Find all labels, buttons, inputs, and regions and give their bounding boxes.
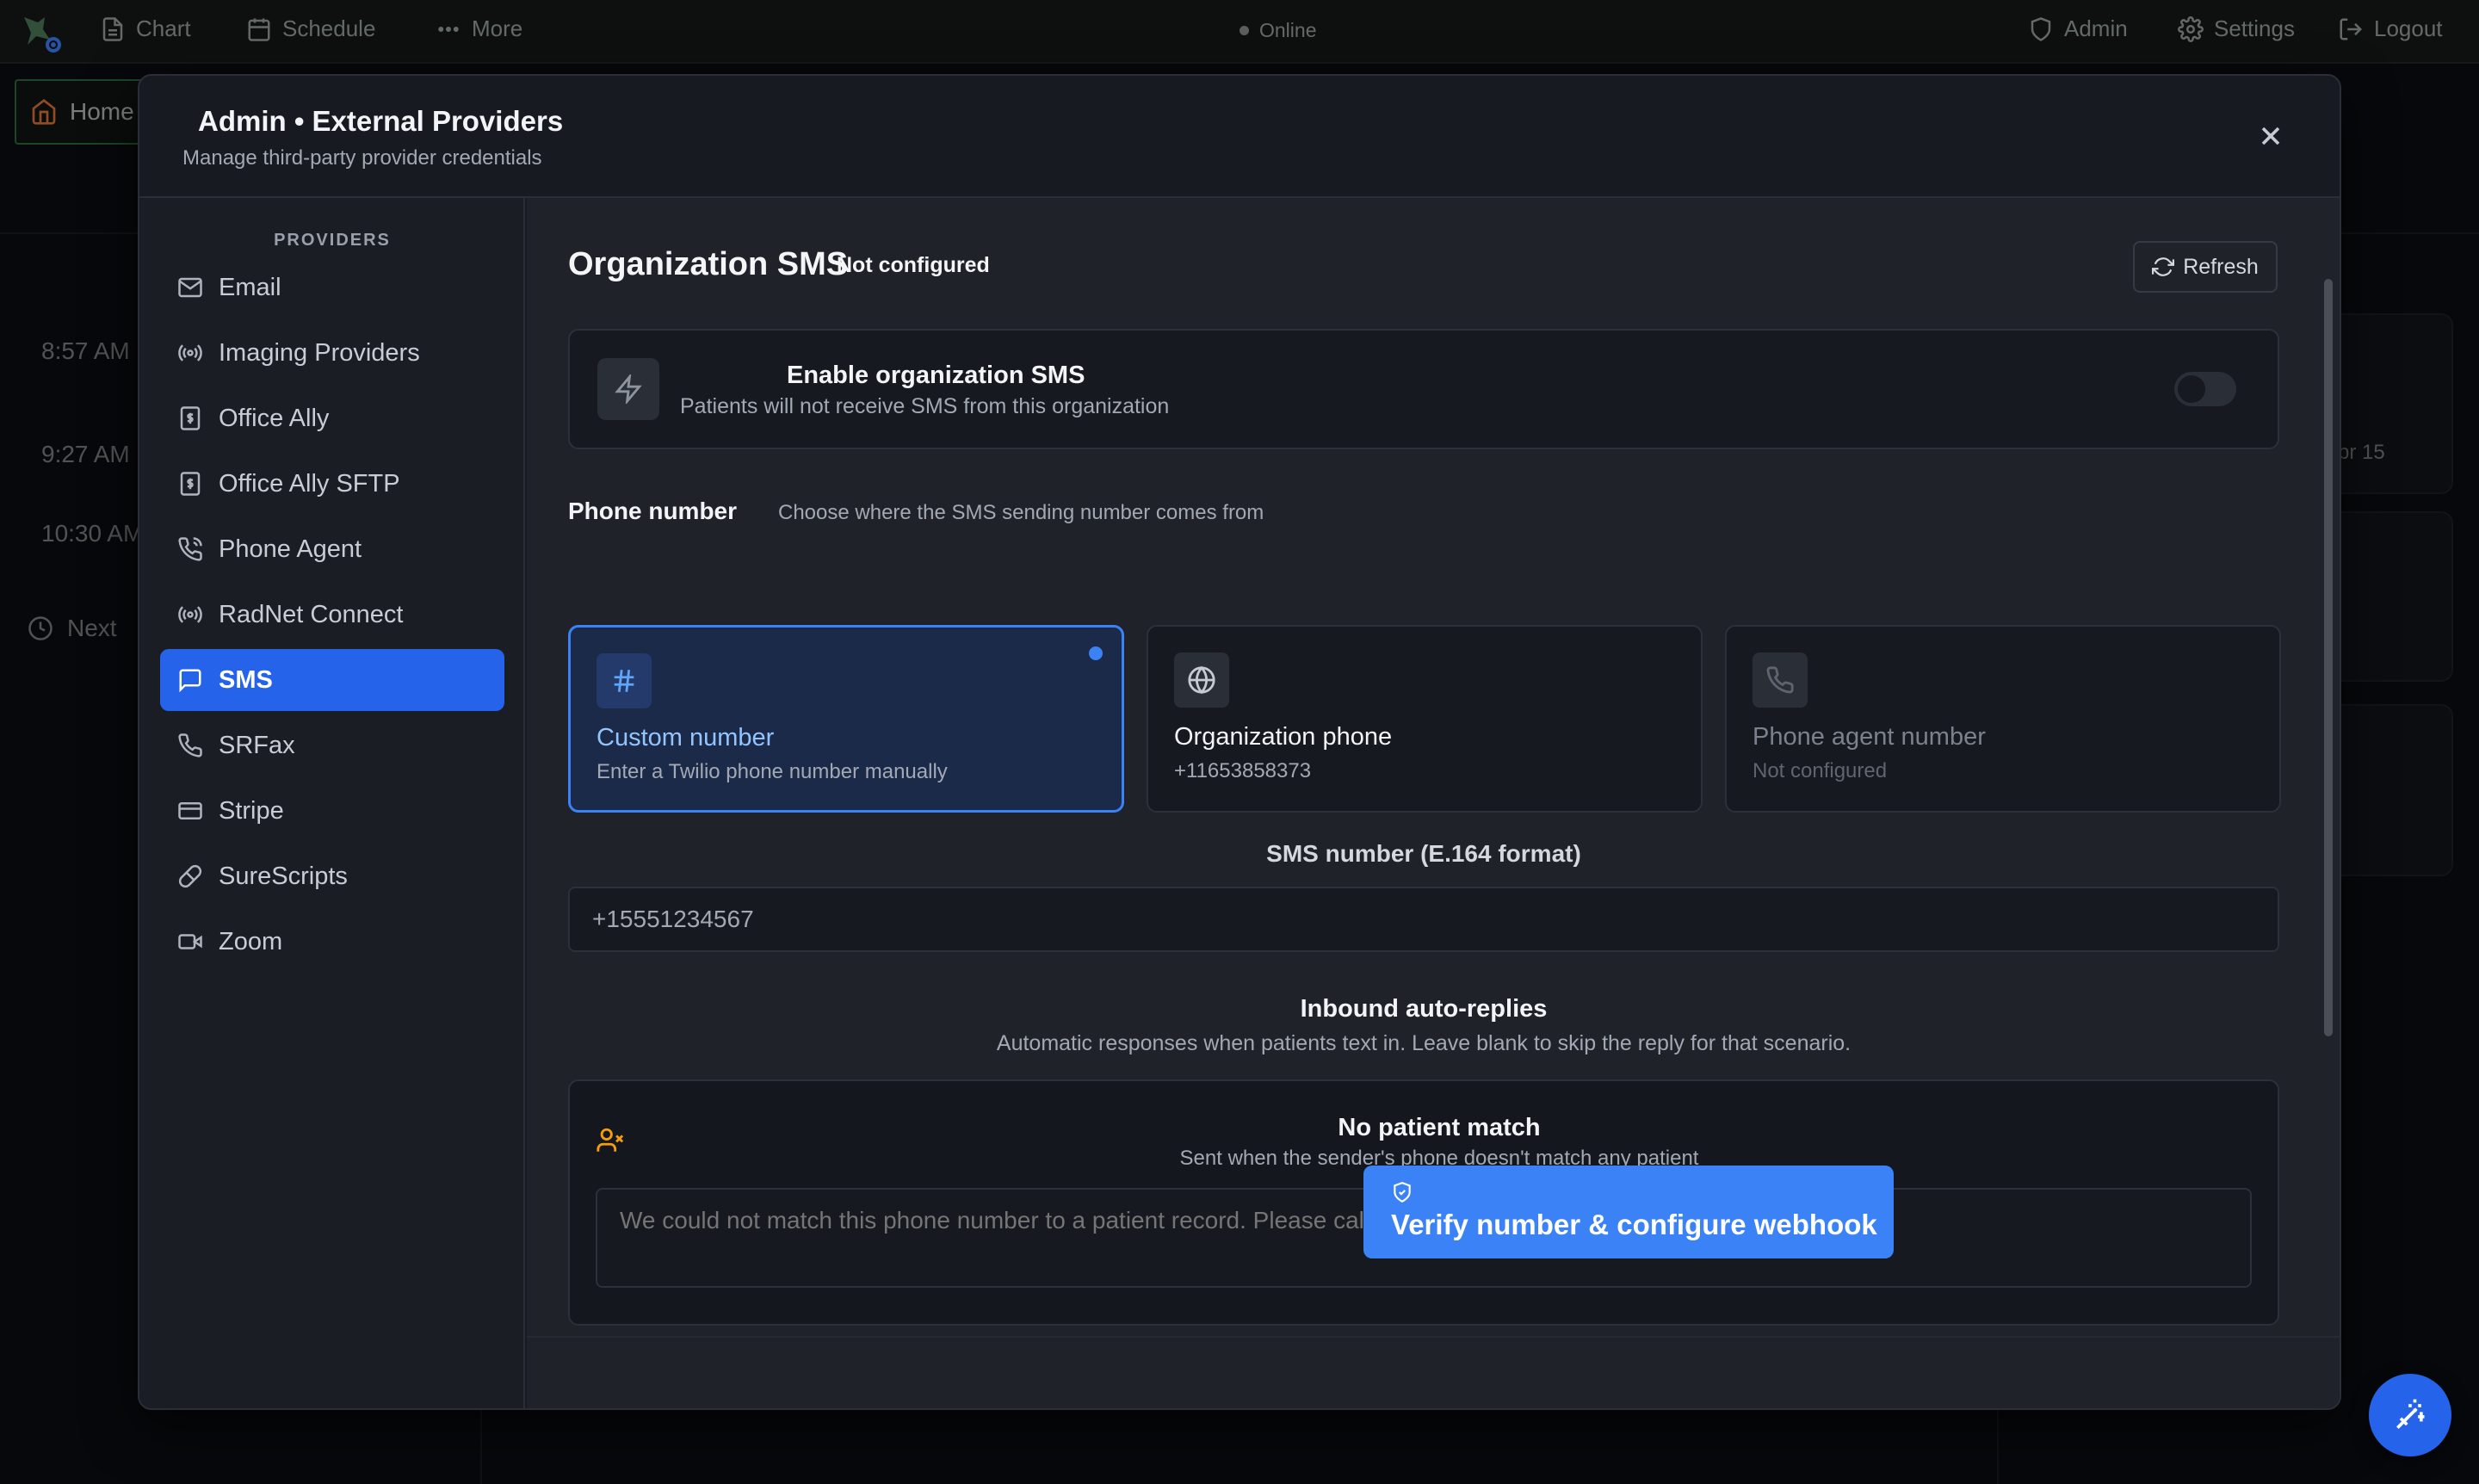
message-icon: [177, 667, 203, 693]
option-organization-phone[interactable]: Organization phone +11653858373: [1147, 625, 1703, 813]
sidebar-item-sms[interactable]: SMS: [160, 649, 504, 711]
video-icon: [177, 929, 203, 955]
option-description: Not configured: [1753, 759, 1888, 782]
enable-sms-title: Enable organization SMS: [787, 362, 1085, 389]
close-button[interactable]: [2255, 121, 2286, 151]
sidebar-item-label: Zoom: [219, 927, 283, 955]
sidebar-item-stripe[interactable]: Stripe: [160, 780, 504, 842]
radio-waves-icon: [177, 340, 203, 366]
enable-sms-toggle[interactable]: [2174, 372, 2236, 406]
sidebar-item-office-ally[interactable]: Office Ally: [160, 387, 504, 449]
sidebar-item-label: Office Ally SFTP: [219, 469, 400, 498]
phone-icon: [1765, 665, 1795, 695]
magic-wand-icon: [2391, 1396, 2429, 1434]
modal-title: Admin • External Providers: [198, 105, 564, 137]
phone-number-label: Phone number: [568, 498, 738, 524]
credit-card-icon: [177, 798, 203, 824]
sidebar-item-label: SRFax: [219, 731, 295, 759]
sms-number-label: SMS number (E.164 format): [1266, 840, 1581, 867]
no-match-title: No patient match: [1338, 1114, 1541, 1141]
option-icon-box: [1174, 652, 1229, 708]
pill-icon: [177, 863, 203, 889]
sidebar-item-label: Office Ally: [219, 404, 330, 432]
sidebar-item-label: SureScripts: [219, 862, 348, 890]
option-title: Phone agent number: [1753, 723, 1986, 751]
close-icon: [2255, 121, 2286, 151]
refresh-button[interactable]: Refresh: [2133, 241, 2278, 293]
receipt-icon: [177, 471, 203, 497]
option-custom-number[interactable]: Custom number Enter a Twilio phone numbe…: [568, 625, 1124, 813]
option-phone-agent-number: Phone agent number Not configured: [1725, 625, 2281, 813]
refresh-icon: [2152, 256, 2175, 278]
auto-replies-description: Automatic responses when patients text i…: [996, 1031, 1852, 1055]
sidebar-item-email[interactable]: Email: [160, 257, 504, 318]
sidebar-item-label: SMS: [219, 665, 273, 694]
toggle-knob: [2178, 375, 2205, 403]
status-badge: Not configured: [837, 253, 990, 277]
providers-sidebar: PROVIDERS Email Imaging Providers Office…: [139, 198, 525, 1408]
shield-check-icon: [1391, 1181, 1413, 1203]
sms-number-input[interactable]: [568, 887, 2279, 952]
sidebar-item-surescripts[interactable]: SureScripts: [160, 845, 504, 907]
verify-number-button[interactable]: Verify number & configure webhook: [1363, 1166, 1894, 1258]
globe-icon: [1187, 665, 1216, 695]
sidebar-item-phone-agent[interactable]: Phone Agent: [160, 518, 504, 580]
phone-call-icon: [177, 536, 203, 562]
option-title: Custom number: [597, 724, 775, 751]
option-description: Enter a Twilio phone number manually: [597, 760, 948, 783]
auto-replies-title: Inbound auto-replies: [1300, 995, 1548, 1023]
sidebar-heading: PROVIDERS: [274, 231, 391, 250]
option-icon-box: [1753, 652, 1808, 708]
phone-icon: [177, 733, 203, 758]
sidebar-item-office-ally-sftp[interactable]: Office Ally SFTP: [160, 453, 504, 515]
sidebar-item-label: Email: [219, 273, 281, 301]
radio-waves-icon: [177, 602, 203, 628]
sidebar-item-label: Phone Agent: [219, 535, 362, 563]
sidebar-item-srfax[interactable]: SRFax: [160, 714, 504, 776]
external-providers-modal: Admin • External Providers Manage third-…: [138, 74, 2341, 1410]
option-description: +11653858373: [1174, 759, 1312, 782]
verify-button-label: Verify number & configure webhook: [1391, 1209, 1877, 1240]
modal-subtitle: Manage third-party provider credentials: [182, 146, 542, 170]
hash-icon: [609, 666, 639, 696]
sidebar-item-label: Stripe: [219, 796, 284, 825]
enable-icon-box: [597, 358, 659, 420]
mail-icon: [177, 275, 203, 300]
option-title: Organization phone: [1174, 723, 1393, 751]
option-icon-box: [597, 653, 652, 708]
content-scrollbar[interactable]: [2324, 279, 2333, 1036]
panel-footer: [527, 1336, 2340, 1408]
sidebar-item-label: Imaging Providers: [219, 338, 420, 367]
phone-number-hint: Choose where the SMS sending number come…: [778, 501, 1264, 524]
enable-sms-card: Enable organization SMS Patients will no…: [568, 329, 2279, 449]
magic-wand-button[interactable]: [2369, 1374, 2451, 1456]
refresh-label: Refresh: [2183, 254, 2259, 279]
selected-indicator: [1089, 646, 1103, 660]
enable-sms-description: Patients will not receive SMS from this …: [680, 394, 1170, 418]
sidebar-item-label: RadNet Connect: [219, 600, 404, 628]
sidebar-item-zoom[interactable]: Zoom: [160, 911, 504, 973]
receipt-icon: [177, 405, 203, 431]
lightning-icon: [614, 374, 643, 404]
sidebar-item-imaging-providers[interactable]: Imaging Providers: [160, 322, 504, 384]
sidebar-item-radnet-connect[interactable]: RadNet Connect: [160, 584, 504, 646]
modal-header: Admin • External Providers Manage third-…: [139, 76, 2340, 198]
page-title: Organization SMS: [568, 246, 849, 282]
